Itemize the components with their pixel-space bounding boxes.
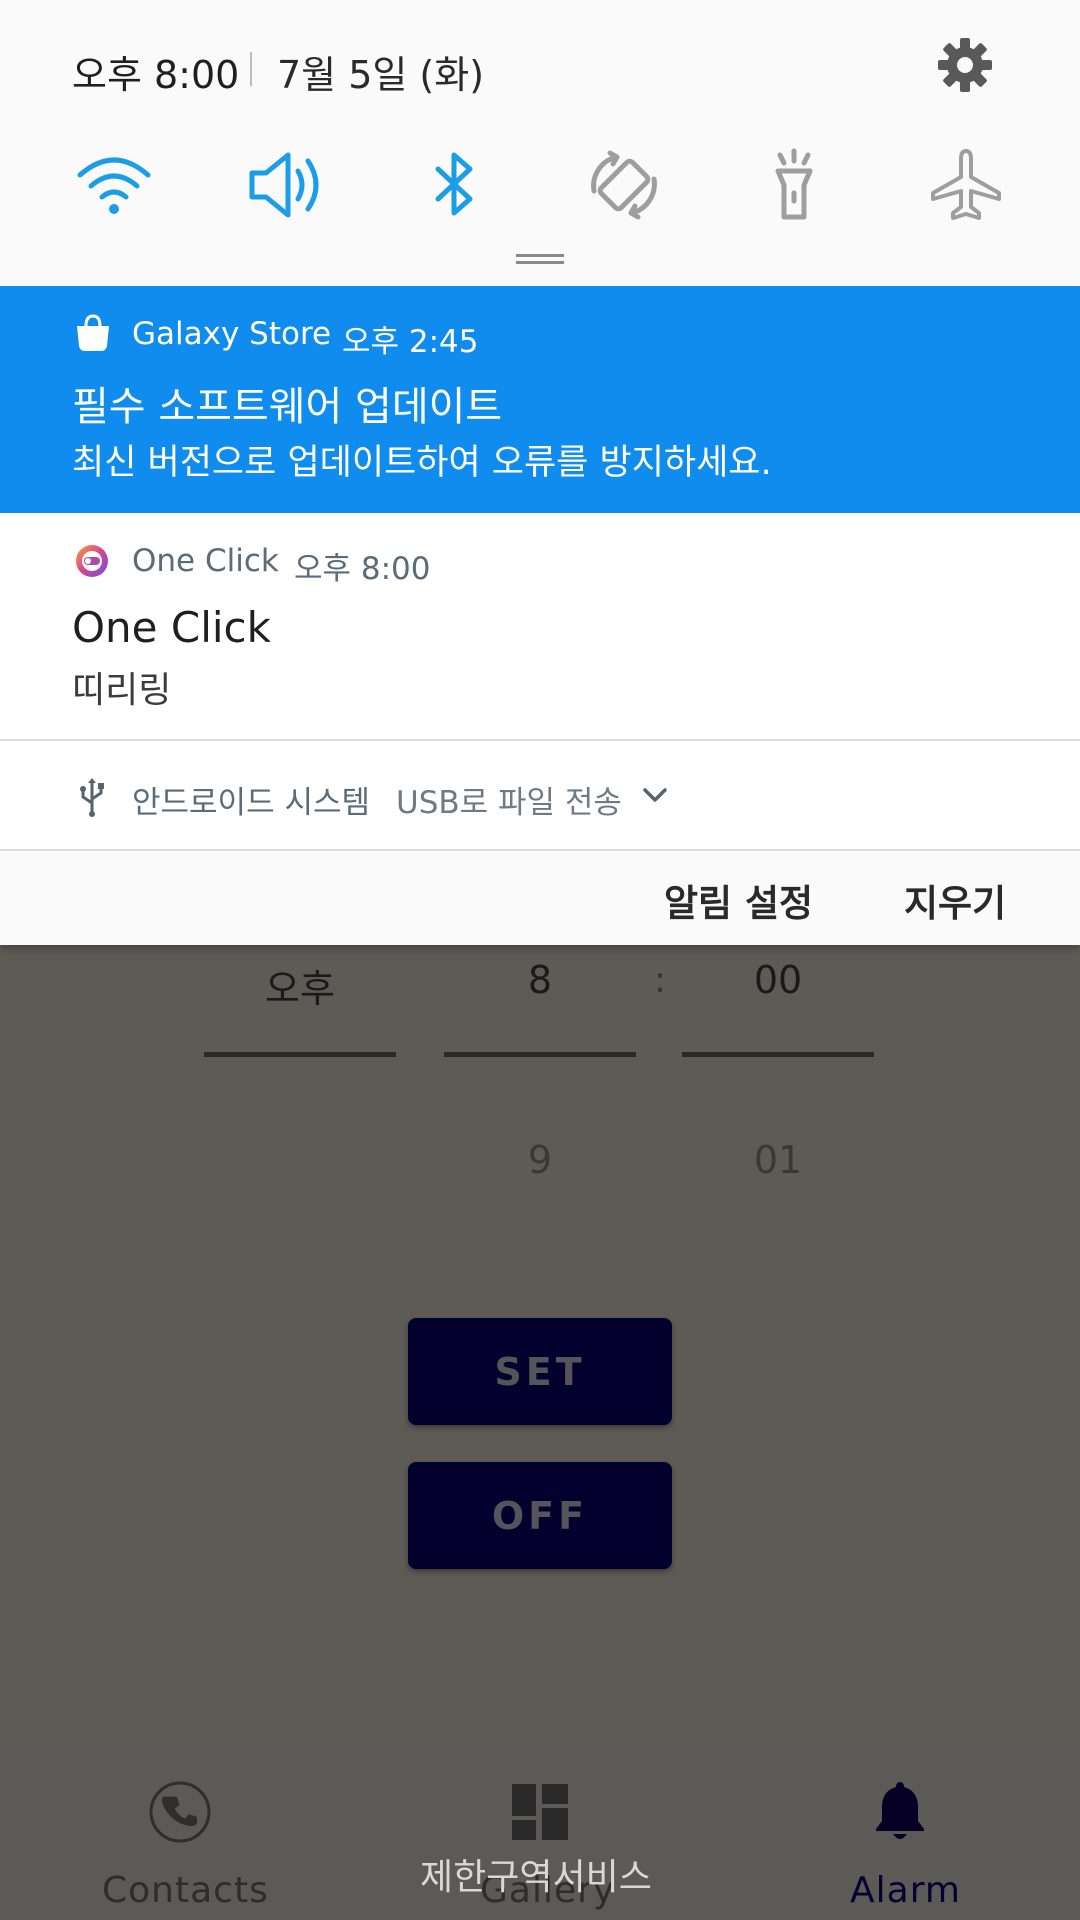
airplane-icon[interactable] (926, 145, 1006, 225)
shade-header: 오후 8:00 7월 5일 (화) (0, 0, 1080, 130)
bluetooth-icon[interactable] (414, 145, 494, 225)
bell-icon (876, 1782, 924, 1839)
ampm-underline (204, 1052, 396, 1057)
date-divider (250, 52, 252, 86)
flashlight-icon[interactable] (754, 145, 834, 225)
notification-description: USB로 파일 전송 (396, 785, 622, 821)
usb-icon (80, 778, 104, 817)
minute-value: 00 (753, 958, 803, 1002)
ampm-value: 오후 (265, 967, 335, 1011)
set-button[interactable]: SET (408, 1318, 672, 1425)
drag-handle[interactable] (516, 254, 564, 264)
nav-item-contacts[interactable]: Contacts (80, 1752, 280, 1920)
notification-title: One Click (72, 603, 271, 652)
notification-app-name: Galaxy Store (132, 316, 332, 352)
toast-message: 제한구역서비스 (420, 1857, 652, 1898)
ampm-picker[interactable]: 오후 (204, 940, 396, 1060)
minute-picker[interactable]: 00 01 (682, 940, 874, 1182)
wifi-icon[interactable] (74, 145, 154, 225)
gear-icon[interactable] (936, 36, 994, 94)
nav-label-contacts: Contacts (102, 1870, 269, 1911)
time-separator: : (654, 960, 667, 1001)
minute-underline (682, 1052, 874, 1057)
notification-body: 최신 버전으로 업데이트하여 오류를 방지하세요. (72, 443, 772, 483)
notification-title: 필수 소프트웨어 업데이트 (72, 384, 503, 430)
one-click-app-icon (76, 545, 108, 577)
hour-next-value: 9 (527, 1138, 553, 1182)
shopping-bag-icon (77, 314, 109, 351)
notification-time: 오후 8:00 (294, 551, 431, 587)
phone-icon (149, 1781, 211, 1843)
shade-footer: 알림 설정 지우기 (0, 851, 1080, 945)
notification-time: 오후 2:45 (342, 324, 479, 360)
rotate-icon[interactable] (584, 145, 664, 225)
hour-picker[interactable]: 8 9 (444, 940, 636, 1182)
notification-body: 띠리링 (72, 670, 172, 711)
off-button[interactable]: OFF (408, 1462, 672, 1569)
hour-underline (444, 1052, 636, 1057)
clear-all-button[interactable]: 지우기 (904, 873, 1006, 927)
chevron-down-icon[interactable] (642, 785, 668, 805)
notification-app-name: One Click (132, 543, 279, 579)
notification-one-click[interactable]: One Click 오후 8:00 One Click 띠리링 (0, 513, 1080, 741)
notification-app-name: 안드로이드 시스템 (132, 785, 371, 821)
nav-label-alarm: Alarm (850, 1870, 961, 1911)
nav-item-alarm[interactable]: Alarm (800, 1752, 1000, 1920)
notification-settings-button[interactable]: 알림 설정 (664, 873, 813, 927)
clock: 오후 8:00 (72, 53, 240, 97)
notification-shade: 오후 8:00 7월 5일 (화) Galaxy Store 오후 2:45 필… (0, 0, 1080, 945)
speaker-icon[interactable] (244, 145, 324, 225)
date: 7월 5일 (화) (277, 53, 485, 97)
dashboard-icon (512, 1784, 568, 1840)
notification-usb[interactable]: 안드로이드 시스템 USB로 파일 전송 (0, 741, 1080, 851)
minute-next-value: 01 (753, 1138, 803, 1182)
notification-galaxy-store[interactable]: Galaxy Store 오후 2:45 필수 소프트웨어 업데이트 최신 버전… (0, 286, 1080, 513)
hour-value: 8 (527, 958, 553, 1002)
